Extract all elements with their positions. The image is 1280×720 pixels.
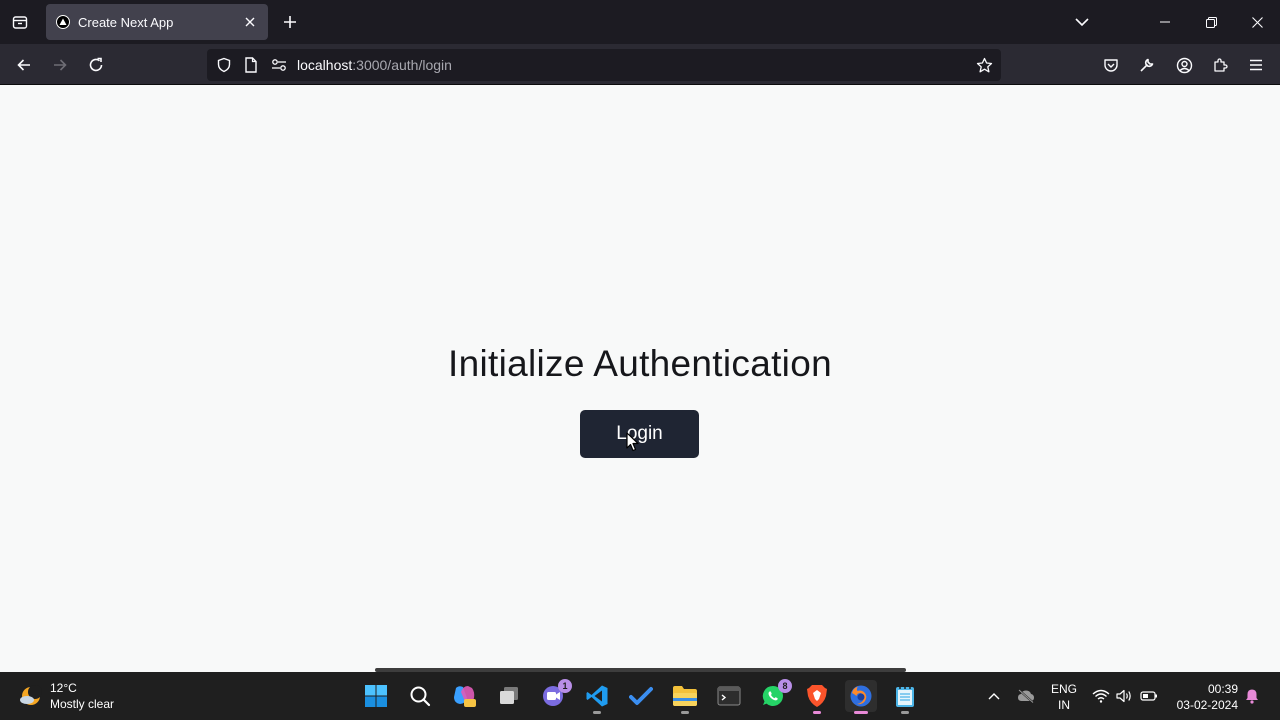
- address-bar[interactable]: localhost:3000/auth/login: [207, 49, 1001, 81]
- running-indicator: [593, 711, 601, 714]
- menu-icon[interactable]: [1244, 53, 1268, 77]
- language-region: IN: [1058, 698, 1070, 712]
- active-indicator: [854, 711, 868, 714]
- nextjs-favicon-icon: [56, 15, 70, 29]
- windows-start-icon[interactable]: [360, 680, 392, 712]
- wrench-icon[interactable]: [1135, 53, 1159, 77]
- url-host: localhost: [297, 57, 353, 73]
- running-indicator: [901, 711, 909, 714]
- reload-icon[interactable]: [84, 53, 108, 77]
- back-arrow-icon[interactable]: [12, 53, 36, 77]
- notification-bell-icon[interactable]: [1243, 687, 1261, 705]
- restore-icon[interactable]: [1188, 0, 1234, 44]
- forward-arrow-icon[interactable]: [48, 53, 72, 77]
- volume-icon[interactable]: [1116, 687, 1134, 705]
- search-icon[interactable]: [404, 680, 436, 712]
- whatsapp-badge: 8: [778, 679, 792, 693]
- page-content: Initialize Authentication Login: [0, 85, 1280, 672]
- permissions-icon[interactable]: [270, 56, 288, 74]
- notepad-icon[interactable]: [889, 680, 921, 714]
- todo-icon[interactable]: [625, 680, 657, 712]
- copilot-icon[interactable]: [448, 680, 480, 712]
- teams-icon[interactable]: 1: [537, 679, 572, 712]
- tab-list-icon[interactable]: [8, 10, 32, 34]
- page-icon[interactable]: [242, 56, 260, 74]
- plus-icon[interactable]: [280, 12, 300, 32]
- browser-tab[interactable]: Create Next App: [46, 4, 268, 40]
- star-icon[interactable]: [975, 56, 993, 74]
- page-heading: Initialize Authentication: [448, 343, 832, 384]
- language-indicator[interactable]: ENG IN: [1048, 681, 1080, 713]
- mouse-cursor-icon: [626, 432, 639, 452]
- teams-badge: 1: [558, 679, 572, 693]
- pocket-icon[interactable]: [1099, 53, 1123, 77]
- browser-tab-strip: Create Next App: [0, 0, 1280, 44]
- extensions-icon[interactable]: [1208, 53, 1232, 77]
- url-path: :3000/auth/login: [352, 57, 452, 73]
- cloud-offline-icon[interactable]: [1017, 687, 1035, 705]
- minimize-icon[interactable]: [1142, 0, 1188, 44]
- whatsapp-icon[interactable]: 8: [757, 679, 792, 712]
- chevron-down-icon[interactable]: [1072, 13, 1092, 31]
- shield-icon[interactable]: [215, 56, 233, 74]
- browser-nav-bar: localhost:3000/auth/login: [0, 44, 1280, 85]
- tab-title: Create Next App: [78, 14, 174, 30]
- windows-taskbar: 12°C Mostly clear 1 8 ENG IN 00:39 03-02…: [0, 672, 1280, 720]
- url-text[interactable]: localhost:3000/auth/login: [297, 57, 452, 73]
- running-indicator: [681, 711, 689, 714]
- battery-icon[interactable]: [1140, 687, 1158, 705]
- running-indicator: [813, 711, 821, 714]
- file-explorer-icon[interactable]: [669, 680, 701, 714]
- account-icon[interactable]: [1172, 53, 1196, 77]
- terminal-icon[interactable]: [713, 680, 745, 712]
- weather-icon: [20, 685, 42, 705]
- task-view-icon[interactable]: [493, 680, 525, 712]
- clock-time: 00:39: [1207, 682, 1238, 696]
- chevron-up-icon[interactable]: [985, 687, 1003, 705]
- wifi-icon[interactable]: [1092, 687, 1110, 705]
- vscode-icon[interactable]: [581, 680, 613, 714]
- window-close-icon[interactable]: [1234, 0, 1280, 44]
- clock-date: 03-02-2024: [1176, 698, 1238, 712]
- system-clock[interactable]: 00:39 03-02-2024: [1168, 681, 1238, 713]
- weather-temperature: 12°C: [50, 681, 77, 695]
- weather-widget[interactable]: 12°C Mostly clear: [14, 680, 134, 714]
- firefox-icon[interactable]: [845, 680, 877, 714]
- close-icon[interactable]: [242, 14, 258, 30]
- weather-condition: Mostly clear: [50, 697, 115, 711]
- brave-icon[interactable]: [801, 680, 833, 714]
- language-code: ENG: [1050, 682, 1077, 696]
